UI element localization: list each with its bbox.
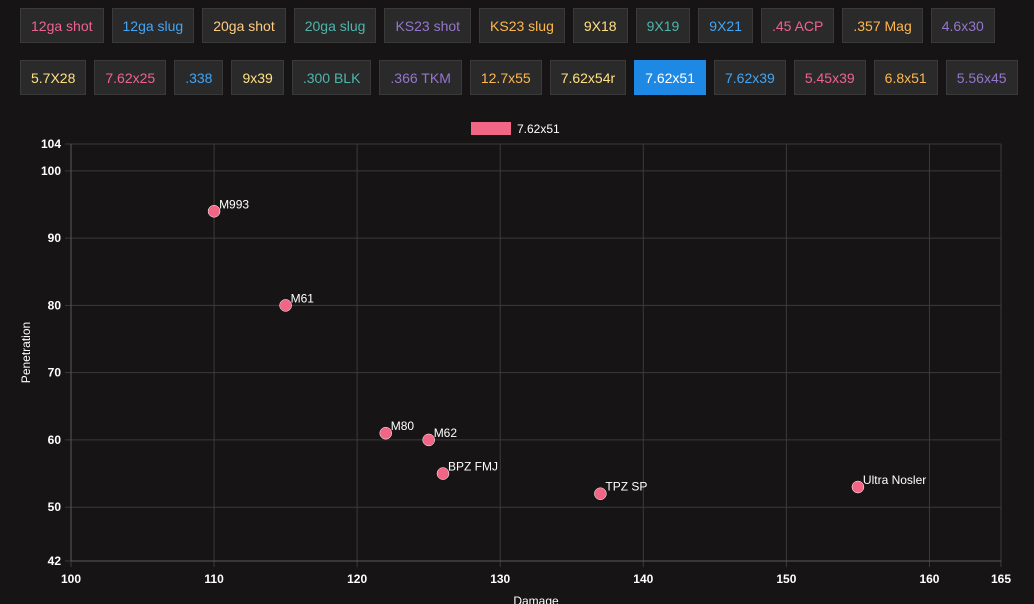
tab-300-blk[interactable]: .300 BLK — [291, 60, 372, 95]
y-tick-label: 80 — [48, 298, 62, 312]
tab-366-tkm[interactable]: .366 TKM — [379, 60, 462, 95]
x-tick-label: 110 — [204, 572, 224, 586]
tab-5-45x39[interactable]: 5.45x39 — [793, 60, 866, 95]
data-label-tpz-sp: TPZ SP — [605, 480, 647, 494]
y-tick-label: 70 — [48, 366, 62, 380]
y-tick-label: 60 — [48, 433, 62, 447]
tab-7-62x51[interactable]: 7.62x51 — [634, 60, 706, 95]
tab-9x39[interactable]: 9x39 — [231, 60, 284, 95]
tab-12ga-shot[interactable]: 12ga shot — [20, 8, 104, 43]
tab-7-62x25[interactable]: 7.62x25 — [94, 60, 167, 95]
tab-357-mag[interactable]: .357 Mag — [842, 8, 923, 43]
scatter-chart: 100 110 120 130 140 150 160 165 42 50 60 70 80 90 100 1… — [19, 122, 1011, 604]
tab-9x21[interactable]: 9X21 — [698, 8, 753, 43]
x-tick-label: 165 — [991, 572, 1011, 586]
tab-45-acp[interactable]: .45 ACP — [760, 8, 835, 43]
data-label-ultra-nosler: Ultra Nosler — [863, 473, 926, 487]
caliber-tabs: 12ga shot 12ga slug 20ga shot 20ga slug KS23… — [20, 8, 1020, 112]
tab-6-8x51[interactable]: 6.8x51 — [873, 60, 938, 95]
data-label-m80: M80 — [391, 419, 415, 433]
tab-7-62x39[interactable]: 7.62x39 — [714, 60, 786, 95]
data-label-m62: M62 — [434, 426, 458, 440]
x-tick-label: 160 — [919, 572, 939, 586]
tab-338[interactable]: .338 — [174, 60, 224, 95]
tab-ks23-shot[interactable]: KS23 shot — [384, 8, 472, 43]
tab-12ga-slug[interactable]: 12ga slug — [111, 8, 195, 43]
x-axis-title: Damage — [513, 594, 559, 604]
y-axis-title: Penetration — [19, 322, 33, 383]
tab-20ga-shot[interactable]: 20ga shot — [202, 8, 286, 43]
tab-7-62x54r[interactable]: 7.62x54r — [549, 60, 627, 95]
tab-5-56x45[interactable]: 5.56x45 — [945, 60, 1018, 95]
tab-9x19[interactable]: 9X19 — [635, 8, 691, 43]
caliber-tab-row-1: 12ga shot 12ga slug 20ga shot 20ga slug KS23… — [20, 8, 1020, 43]
caliber-tab-row-2: 5.7X28 7.62x25.338 9x39.300 BLK .366 TKM 12.… — [20, 60, 1020, 95]
tab-4-6x30[interactable]: 4.6x30 — [930, 8, 995, 43]
y-tick-label: 104 — [41, 137, 61, 151]
legend-swatch — [471, 122, 511, 135]
y-tick-label: 50 — [48, 500, 62, 514]
x-tick-label: 130 — [490, 572, 510, 586]
y-tick-label: 42 — [48, 554, 62, 568]
data-label-m993: M993 — [219, 197, 249, 211]
legend-label: 7.62x51 — [517, 122, 560, 136]
tab-12-7x55[interactable]: 12.7x55 — [469, 60, 542, 95]
tab-ks23-slug[interactable]: KS23 slug — [479, 8, 565, 43]
y-tick-label: 90 — [48, 231, 62, 245]
y-tick-label: 100 — [41, 164, 61, 178]
tab-9x18[interactable]: 9X18 — [572, 8, 628, 43]
tab-20ga-slug[interactable]: 20ga slug — [293, 8, 377, 43]
x-tick-label: 140 — [633, 572, 653, 586]
x-tick-label: 120 — [347, 572, 367, 586]
x-tick-label: 100 — [61, 572, 81, 586]
x-tick-label: 150 — [776, 572, 796, 586]
data-label-m61: M61 — [291, 291, 315, 305]
tab-5-7x28[interactable]: 5.7X28 — [20, 60, 87, 95]
data-label-bpz-fmj: BPZ FMJ — [448, 460, 498, 474]
